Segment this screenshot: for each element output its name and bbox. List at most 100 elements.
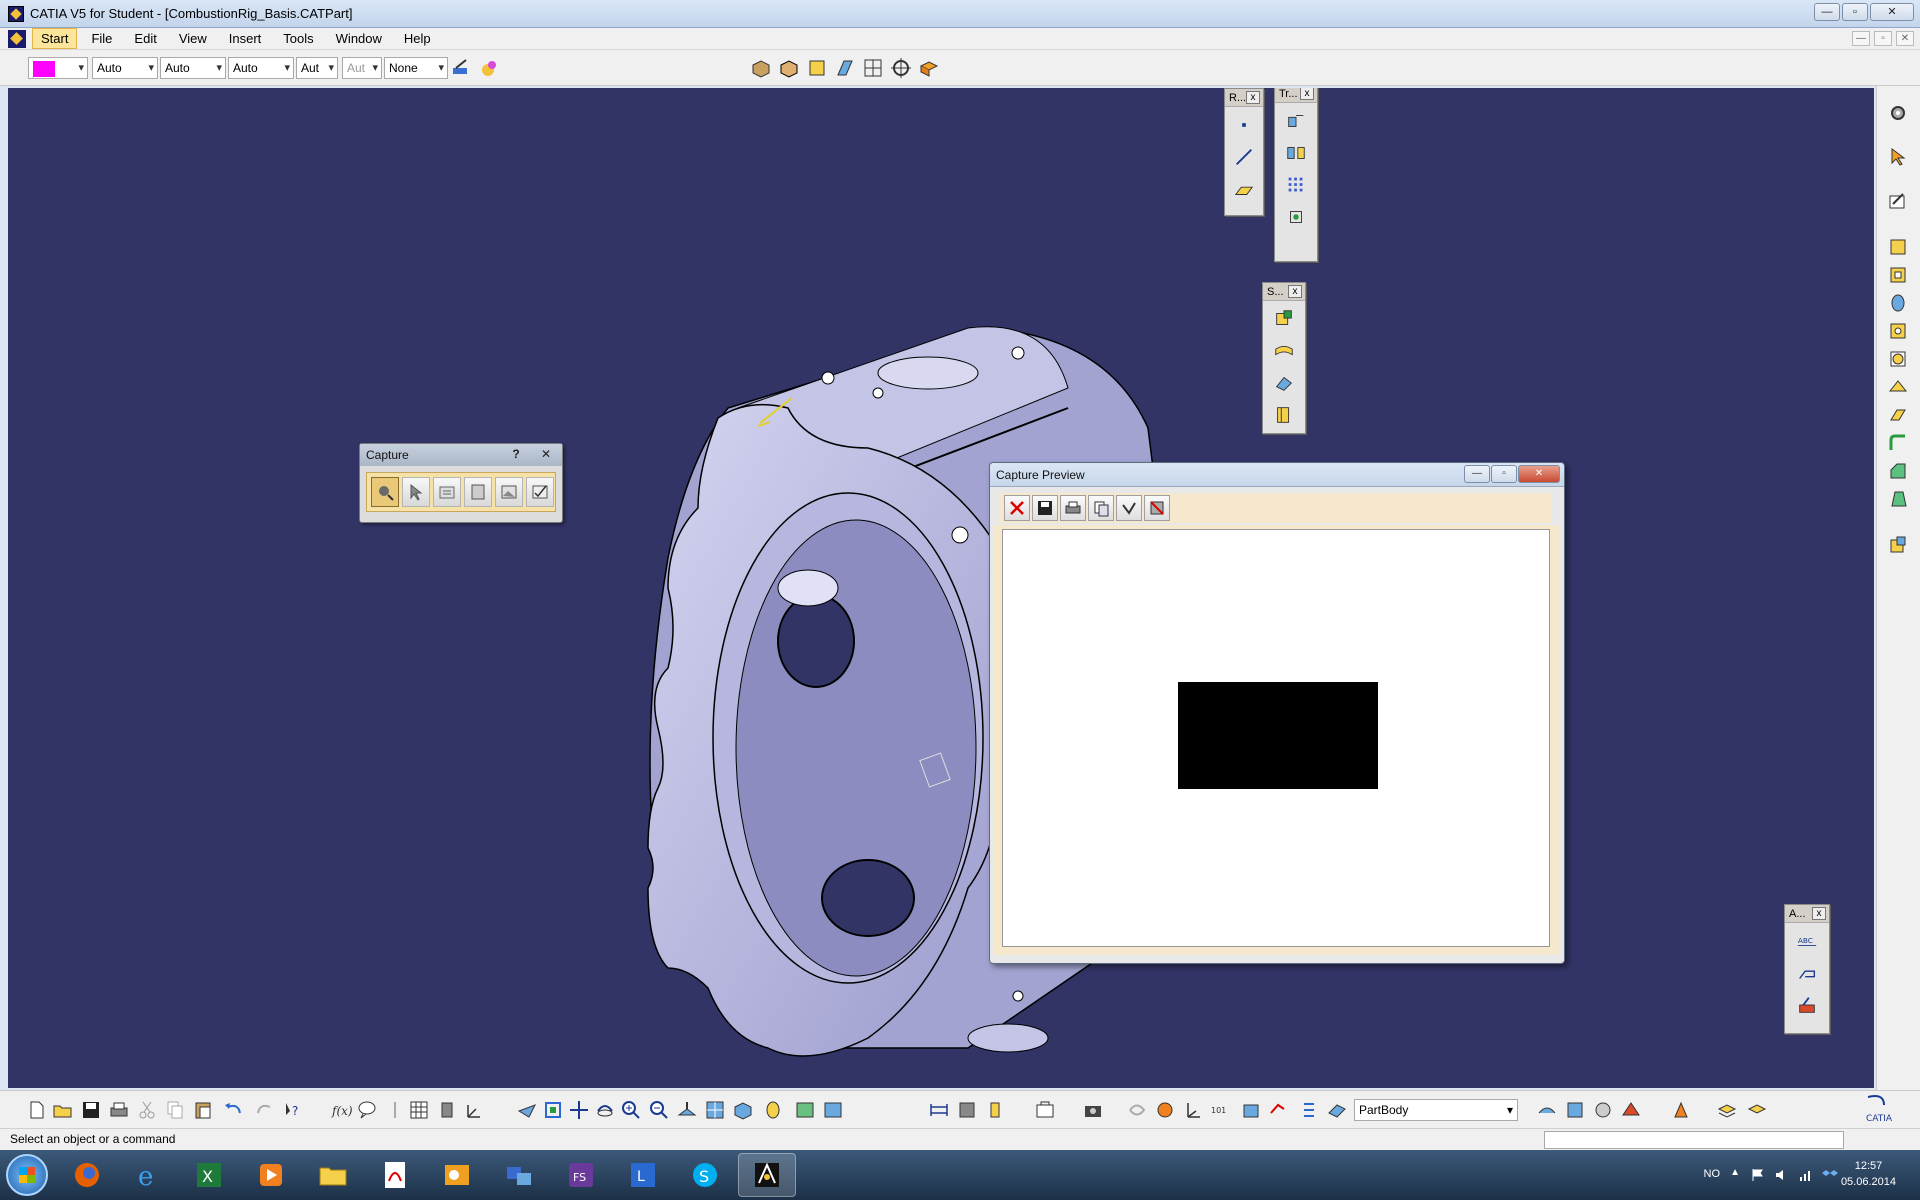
cut-icon[interactable] [136,1099,158,1121]
rectangular-pattern-icon[interactable] [1284,173,1308,197]
menu-file[interactable]: File [83,29,120,48]
volume-icon[interactable] [1774,1167,1790,1183]
capture-help-button[interactable]: ? [504,446,528,463]
copy-icon[interactable] [164,1099,186,1121]
toolbar-close-button[interactable]: x [1288,285,1302,298]
options-button[interactable] [433,477,461,507]
print-capture-button[interactable] [1060,495,1086,521]
delete-capture-button[interactable] [1004,495,1030,521]
undo-icon[interactable] [222,1099,244,1121]
fillet-icon[interactable] [1887,432,1909,454]
close-surface-icon[interactable] [1272,371,1296,395]
apply-material-icon[interactable] [918,57,940,79]
gear-icon[interactable] [1887,102,1909,124]
shaft-icon[interactable] [1887,292,1909,314]
grid-icon[interactable] [408,1099,430,1121]
shading-edges-icon[interactable] [778,57,800,79]
outlook-taskbar-button[interactable] [428,1153,486,1197]
flag-note-icon[interactable] [1795,961,1819,985]
menu-window[interactable]: Window [328,29,390,48]
zoom-in-icon[interactable] [620,1099,642,1121]
pocket-icon[interactable] [1887,264,1909,286]
sketch-analysis-icon[interactable] [1564,1099,1586,1121]
explorer-taskbar-button[interactable] [304,1153,362,1197]
draft-analysis-icon[interactable] [1592,1099,1614,1121]
multi-view-icon[interactable] [704,1099,726,1121]
measure-between-icon[interactable] [928,1099,950,1121]
shading-icon[interactable] [750,57,772,79]
properties-painter-icon[interactable] [478,57,500,79]
save-capture-button[interactable] [1032,495,1058,521]
show-hidden-icons-icon[interactable]: ▲ [1730,1167,1740,1178]
menu-start[interactable]: Start [32,28,78,49]
paste-icon[interactable] [192,1099,214,1121]
scaling-icon[interactable] [1284,205,1308,229]
skype-taskbar-button[interactable]: S [676,1153,734,1197]
lync-taskbar-button[interactable]: L [614,1153,672,1197]
color-combo[interactable] [28,57,88,79]
menu-help[interactable]: Help [396,29,439,48]
firefox-taskbar-button[interactable] [58,1153,116,1197]
doc-close-button[interactable]: ✕ [1896,31,1914,46]
groove-icon[interactable] [1887,348,1909,370]
update-all-icon[interactable] [1154,1099,1176,1121]
sketcher-icon[interactable] [1887,190,1909,212]
mirror-icon[interactable] [1284,141,1308,165]
target-icon[interactable] [890,57,912,79]
3d-annotation-icon[interactable] [1795,993,1819,1017]
network-status-icon[interactable] [1798,1167,1814,1183]
minimize-button[interactable]: — [1814,3,1840,21]
doc-restore-button[interactable]: ▫ [1874,31,1892,46]
layer-stack-icon[interactable] [1716,1099,1738,1121]
rotate-icon[interactable] [594,1099,616,1121]
zoom-out-icon[interactable] [648,1099,670,1121]
surface-icon[interactable] [1536,1099,1558,1121]
boolean-icon[interactable] [1240,1099,1262,1121]
dropbox-icon[interactable] [1822,1167,1838,1183]
album-add-button[interactable] [1116,495,1142,521]
rendering-style-combo[interactable]: None [384,57,448,79]
excel-taskbar-button[interactable]: X [180,1153,238,1197]
transparency-combo[interactable]: Auto [92,57,158,79]
list-icon[interactable] [1298,1099,1320,1121]
open-icon[interactable] [52,1099,74,1121]
language-indicator[interactable]: NO [1704,1168,1721,1180]
thick-surface-icon[interactable] [1272,339,1296,363]
doc-minimize-button[interactable]: — [1852,31,1870,46]
acrobat-taskbar-button[interactable] [366,1153,424,1197]
chamfer-icon[interactable] [1887,460,1909,482]
measure-item-icon[interactable] [956,1099,978,1121]
menu-insert[interactable]: Insert [221,29,270,48]
plane-icon[interactable] [1232,177,1256,201]
draft-icon[interactable] [1887,488,1909,510]
current-body-select[interactable]: PartBody [1354,1099,1518,1121]
menu-view[interactable]: View [171,29,215,48]
hole-icon[interactable] [1887,320,1909,342]
document-icon[interactable] [8,29,26,48]
formula-icon[interactable]: f(x) [330,1099,352,1121]
fit-all-icon[interactable] [542,1099,564,1121]
point-type-combo[interactable]: Aut [296,57,338,79]
whats-this-icon[interactable]: ? [282,1099,304,1121]
translation-icon[interactable] [1284,109,1308,133]
linetype-combo[interactable]: Auto [228,57,294,79]
axis-system-icon[interactable] [464,1099,486,1121]
new-icon[interactable] [26,1099,48,1121]
curvature-analysis-icon[interactable] [1620,1099,1642,1121]
capture-close-button[interactable]: ✕ [534,446,558,463]
line-thickness-combo[interactable]: Auto [160,57,226,79]
print-icon[interactable] [108,1099,130,1121]
toolbar-close-button[interactable]: x [1300,88,1314,100]
sew-surface-icon[interactable] [1272,403,1296,427]
pad-icon[interactable] [1887,236,1909,258]
select-arrow-icon[interactable] [1887,146,1909,168]
ie-taskbar-button[interactable]: e [120,1153,178,1197]
binary-icon[interactable]: 101 [1210,1099,1232,1121]
remove-capture-button[interactable] [1144,495,1170,521]
camera-icon[interactable] [1082,1099,1104,1121]
define-work-object-icon[interactable] [1326,1099,1348,1121]
split-icon[interactable] [1272,307,1296,331]
preview-maximize-button[interactable]: ▫ [1491,465,1517,483]
normal-view-icon[interactable] [676,1099,698,1121]
combustion-rig-part[interactable] [8,88,1874,1088]
